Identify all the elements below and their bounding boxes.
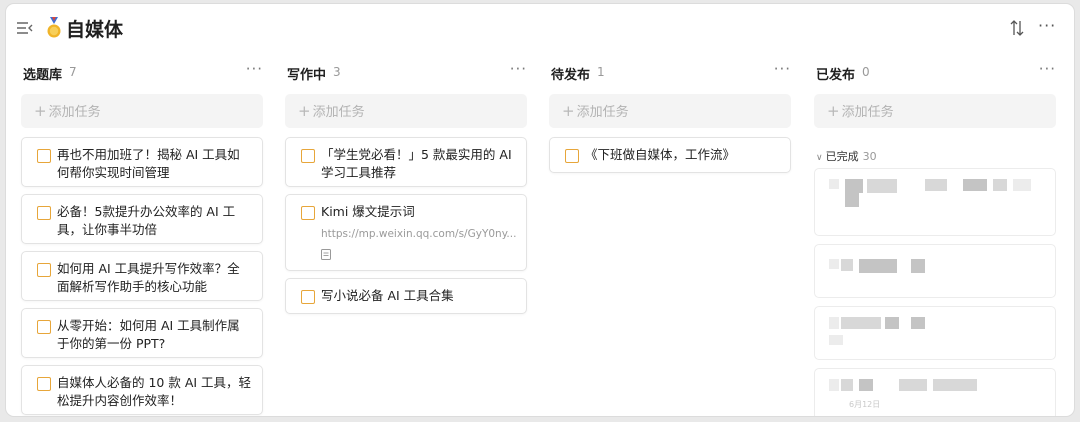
redacted-block (859, 259, 897, 273)
task-title: 必备！5款提升办公效率的 AI 工具，让你事半功倍 (57, 204, 236, 237)
column-pending: 待发布 1 ··· + 添加任务 《下班做自媒体，工作流》 (549, 56, 791, 173)
redacted-block (829, 179, 839, 189)
redacted-date: 6月12日 (849, 400, 881, 409)
column-title: 选题库 (23, 68, 63, 83)
column-more-icon[interactable]: ··· (510, 60, 527, 78)
sidebar-menu-icon[interactable] (16, 20, 34, 36)
redacted-block (829, 335, 843, 345)
redacted-block (1013, 179, 1031, 191)
column-header: 选题库 7 ··· (21, 56, 263, 88)
task-card[interactable]: 写小说必备 AI 工具合集 (285, 278, 527, 314)
column-title: 已发布 (816, 68, 856, 83)
column-published: 已发布 0 ··· + 添加任务 ∨ 已完成 30 6月12日 (814, 56, 1056, 416)
task-checkbox[interactable] (301, 206, 315, 220)
task-checkbox[interactable] (37, 320, 51, 334)
task-card[interactable]: 《下班做自媒体，工作流》 (549, 137, 791, 173)
add-task-label: 添加任务 (576, 105, 629, 120)
column-count: 7 (69, 65, 77, 79)
task-card[interactable]: 必备！5款提升办公效率的 AI 工具，让你事半功倍 (21, 194, 263, 244)
task-title: Kimi 爆文提示词 (321, 204, 415, 219)
task-title: 自媒体人必备的 10 款 AI 工具，轻松提升内容创作效率！ (57, 375, 252, 408)
task-title: 「学生党必看！」5 款最实用的 AI 学习工具推荐 (321, 147, 512, 180)
column-title: 待发布 (551, 68, 591, 83)
plus-icon: + (562, 102, 575, 120)
task-card[interactable]: 再也不用加班了！揭秘 AI 工具如何帮你实现时间管理 (21, 137, 263, 187)
task-card[interactable]: Kimi 爆文提示词 https://mp.weixin.qq.com/s/Gy… (285, 194, 527, 271)
completed-card-redacted[interactable] (814, 306, 1056, 360)
column-count: 3 (333, 65, 341, 79)
top-bar: 自媒体 ··· (6, 4, 1074, 52)
task-title: 写小说必备 AI 工具合集 (321, 288, 454, 303)
completed-card-redacted[interactable] (814, 244, 1056, 298)
task-checkbox[interactable] (37, 206, 51, 220)
task-card[interactable]: 如何用 AI 工具提升写作效率？全面解析写作助手的核心功能 (21, 251, 263, 301)
column-title: 写作中 (287, 68, 327, 83)
add-task-button[interactable]: + 添加任务 (21, 94, 263, 128)
redacted-block (963, 179, 987, 191)
add-task-button[interactable]: + 添加任务 (549, 94, 791, 128)
redacted-block (911, 259, 925, 273)
redacted-block (933, 379, 977, 391)
medal-icon (47, 17, 61, 38)
redacted-block (829, 379, 839, 391)
redacted-block (911, 317, 925, 329)
column-more-icon[interactable]: ··· (774, 60, 791, 78)
task-checkbox[interactable] (301, 149, 315, 163)
task-title: 再也不用加班了！揭秘 AI 工具如何帮你实现时间管理 (57, 147, 240, 180)
column-topic-pool: 选题库 7 ··· + 添加任务 再也不用加班了！揭秘 AI 工具如何帮你实现时间… (21, 56, 263, 415)
redacted-block (993, 179, 1007, 191)
task-title: 从零开始：如何用 AI 工具制作属于你的第一份 PPT? (57, 318, 240, 351)
add-task-label: 添加任务 (312, 105, 365, 120)
task-card[interactable]: 从零开始：如何用 AI 工具制作属于你的第一份 PPT? (21, 308, 263, 358)
task-title: 《下班做自媒体，工作流》 (585, 147, 736, 162)
completed-toggle[interactable]: ∨ 已完成 30 (816, 148, 877, 164)
document-icon (321, 249, 331, 260)
task-card[interactable]: 「学生党必看！」5 款最实用的 AI 学习工具推荐 (285, 137, 527, 187)
plus-icon: + (827, 102, 840, 120)
add-task-button[interactable]: + 添加任务 (814, 94, 1056, 128)
plus-icon: + (298, 102, 311, 120)
completed-card-redacted[interactable]: 6月12日 (814, 368, 1056, 416)
column-count: 1 (597, 65, 605, 79)
add-task-button[interactable]: + 添加任务 (285, 94, 527, 128)
task-card[interactable]: 自媒体人必备的 10 款 AI 工具，轻松提升内容创作效率！ (21, 365, 263, 415)
redacted-block (841, 379, 853, 391)
add-task-label: 添加任务 (841, 105, 894, 120)
redacted-block (845, 179, 863, 193)
redacted-block (859, 379, 873, 391)
column-header: 待发布 1 ··· (549, 56, 791, 88)
completed-card-redacted[interactable] (814, 168, 1056, 236)
task-checkbox[interactable] (37, 377, 51, 391)
plus-icon: + (34, 102, 47, 120)
redacted-block (841, 259, 853, 271)
more-options-icon[interactable]: ··· (1038, 16, 1056, 35)
column-header: 写作中 3 ··· (285, 56, 527, 88)
task-title: 如何用 AI 工具提升写作效率？全面解析写作助手的核心功能 (57, 261, 240, 294)
redacted-block (867, 179, 897, 193)
redacted-block (845, 193, 859, 207)
page-title: 自媒体 (66, 19, 124, 41)
add-task-label: 添加任务 (48, 105, 101, 120)
task-checkbox[interactable] (565, 149, 579, 163)
redacted-block (829, 317, 839, 329)
column-more-icon[interactable]: ··· (246, 60, 263, 78)
column-header: 已发布 0 ··· (814, 56, 1056, 88)
redacted-block (885, 317, 899, 329)
task-checkbox[interactable] (37, 263, 51, 277)
redacted-block (829, 259, 839, 269)
redacted-block (841, 317, 881, 329)
column-count: 0 (862, 65, 870, 79)
redacted-block (899, 379, 927, 391)
redacted-block (925, 179, 947, 191)
completed-count: 30 (862, 150, 877, 163)
sort-icon[interactable] (1009, 19, 1025, 37)
task-checkbox[interactable] (301, 290, 315, 304)
board-window: 自媒体 ··· 选题库 7 ··· + 添加任务 再也不用加班了！揭秘 AI 工具… (6, 4, 1074, 416)
task-link[interactable]: https://mp.weixin.qq.com/s/GyY0ny... (321, 228, 521, 240)
chevron-down-icon: ∨ (816, 153, 823, 163)
task-checkbox[interactable] (37, 149, 51, 163)
column-writing: 写作中 3 ··· + 添加任务 「学生党必看！」5 款最实用的 AI 学习工具推… (285, 56, 527, 314)
column-more-icon[interactable]: ··· (1039, 60, 1056, 78)
completed-label: 已完成 (825, 150, 859, 163)
